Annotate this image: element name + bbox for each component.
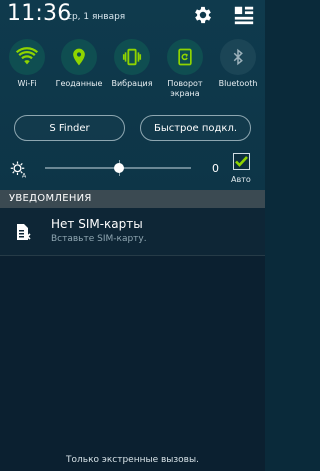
toggle-label: Вибрация xyxy=(111,79,153,88)
s-finder-button[interactable]: S Finder xyxy=(14,115,125,141)
bluetooth-icon xyxy=(233,48,243,66)
notification-text: Вставьте SIM-карту. xyxy=(51,234,147,244)
toggle-location[interactable]: Геоданные xyxy=(55,39,103,89)
toggle-bluetooth[interactable]: Bluetooth xyxy=(214,39,262,89)
toggle-rotation[interactable]: Поворот экрана xyxy=(161,39,209,99)
brightness-control: A 0 Авто xyxy=(0,150,265,186)
auto-brightness-label: Авто xyxy=(231,175,251,184)
notification-panel-header: 11:36 ср, 1 января Wi-Fi Геоданные Вибра… xyxy=(0,0,265,190)
toggle-rotation-circle xyxy=(167,39,203,75)
toggle-vibration[interactable]: Вибрация xyxy=(108,39,156,89)
clock: 11:36 xyxy=(7,1,72,26)
toggle-vibration-circle xyxy=(114,39,150,75)
toggle-wifi[interactable]: Wi-Fi xyxy=(3,39,51,89)
toggle-bluetooth-circle xyxy=(220,39,256,75)
svg-text:A: A xyxy=(22,172,27,178)
toggle-location-circle xyxy=(61,39,97,75)
checkmark-icon xyxy=(235,156,248,167)
wifi-icon xyxy=(16,47,38,65)
quick-connect-button[interactable]: Быстрое подкл. xyxy=(140,115,251,141)
grid-edit-icon[interactable] xyxy=(233,4,255,26)
vibration-icon xyxy=(122,48,142,66)
notification-item-no-sim[interactable]: Нет SIM-карты Вставьте SIM-карту. xyxy=(0,208,265,256)
toggle-label: Поворот экрана xyxy=(167,79,203,98)
brightness-slider-thumb[interactable] xyxy=(114,163,124,173)
notifications-list: Нет SIM-карты Вставьте SIM-карту. xyxy=(0,208,265,471)
location-icon xyxy=(73,48,85,66)
gear-icon[interactable] xyxy=(192,4,214,26)
rotate-icon xyxy=(178,48,192,66)
auto-brightness-icon: A xyxy=(10,161,27,178)
toggle-label: Геоданные xyxy=(55,79,103,88)
toggle-wifi-circle xyxy=(9,39,45,75)
notification-title: Нет SIM-карты xyxy=(51,217,143,231)
toggle-label: Bluetooth xyxy=(218,79,258,88)
toggle-label: Wi-Fi xyxy=(17,79,37,88)
date: ср, 1 января xyxy=(67,12,126,22)
notifications-section-header: УВЕДОМЛЕНИЯ xyxy=(0,190,265,208)
auto-brightness-checkbox[interactable] xyxy=(233,153,250,170)
sim-card-icon xyxy=(17,224,31,240)
brightness-value: 0 xyxy=(212,162,219,175)
emergency-calls-only-text: Только экстренные вызовы. xyxy=(66,455,199,465)
